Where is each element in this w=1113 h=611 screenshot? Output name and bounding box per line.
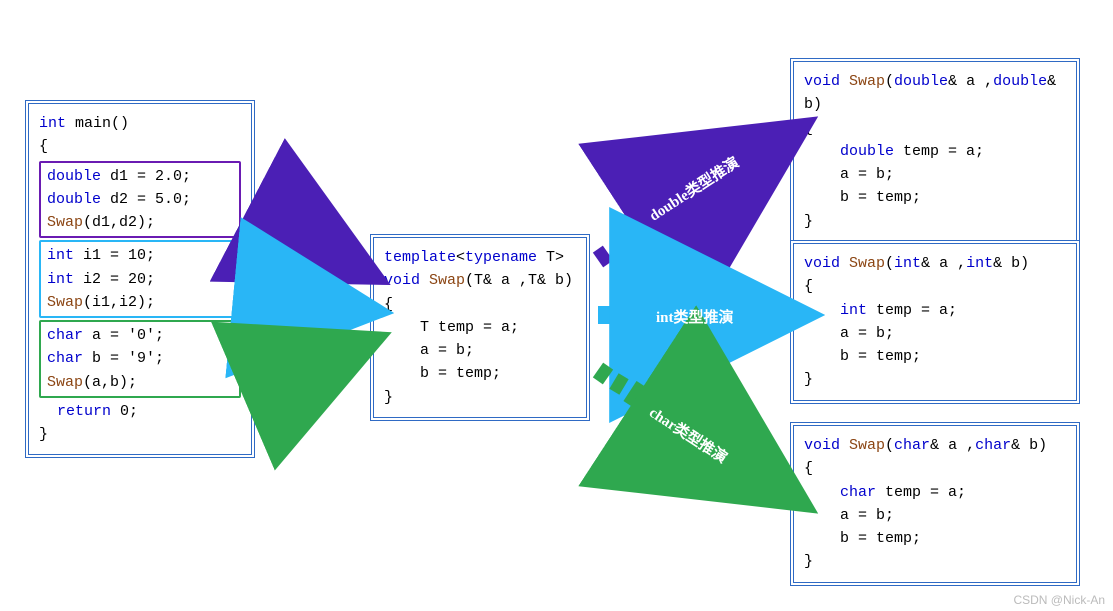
watermark-text: CSDN @Nick-An (1013, 593, 1105, 607)
main-signature: int main() (39, 112, 241, 135)
instantiation-char-box: void Swap(char& a ,char& b) { char temp … (790, 422, 1080, 586)
arrow-main-double-icon (257, 215, 362, 270)
arrow-main-char-icon (257, 345, 362, 390)
brace: { (39, 135, 241, 158)
label-int-deduction: int类型推演 (656, 306, 734, 327)
brace: } (39, 423, 241, 446)
main-block-double: double d1 = 2.0; double d2 = 5.0; Swap(d… (39, 161, 241, 239)
instantiation-int-box: void Swap(int& a ,int& b) { int temp = a… (790, 240, 1080, 404)
main-code-box: int main() { double d1 = 2.0; double d2 … (25, 100, 255, 458)
template-code-box: template<typename T> void Swap(T& a ,T& … (370, 234, 590, 421)
label-char-deduction: char类型推演 (645, 401, 731, 467)
label-double-deduction: double类型推演 (645, 152, 743, 226)
main-block-char: char a = '0'; char b = '9'; Swap(a,b); (39, 320, 241, 398)
instantiation-double-box: void Swap(double& a ,double& b) { double… (790, 58, 1080, 245)
main-block-int: int i1 = 10; int i2 = 20; Swap(i1,i2); (39, 240, 241, 318)
arrow-template-char-icon (598, 370, 782, 490)
arrow-template-double-icon (598, 140, 782, 260)
kw-int: int (39, 115, 66, 132)
arrow-main-int-icon (257, 300, 362, 310)
